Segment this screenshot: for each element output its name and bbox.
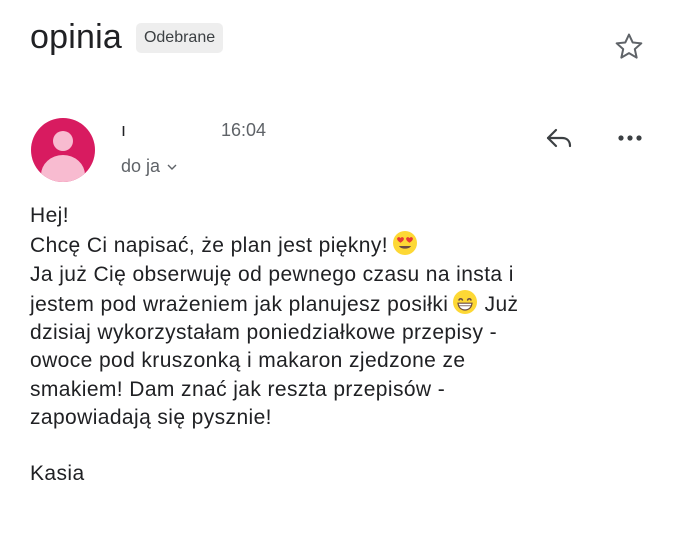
body-line: owoce pod kruszonką i makaron zjedzone z… [30,349,466,373]
avatar[interactable] [31,118,95,182]
recipient-details-toggle[interactable]: do ja [121,156,178,177]
body-line-text: Chcę Ci napisać, że plan jest piękny! [30,234,388,258]
body-line: Chcę Ci napisać, że plan jest piękny! [30,230,660,260]
email-subject: opinia [30,18,122,56]
body-line-text: Już [484,292,519,316]
email-body: Hej! Chcę Ci napisać, że plan jest piękn… [30,202,660,489]
grinning-emoji-icon [453,289,478,314]
body-line: zapowiadają się pysznie! [30,406,272,430]
star-icon[interactable] [612,30,646,64]
inbox-label-chip[interactable]: Odebrane [135,22,224,53]
body-line: smakiem! Dam znać jak reszta przepisów - [30,377,446,401]
body-line: jestem pod wrażeniem jak planujesz posił… [30,289,660,319]
sender-name[interactable]: ı [121,120,216,141]
subject-row: opinia Odebrane [30,18,224,57]
email-time: 16:04 [221,120,267,140]
recipient-label: do ja [121,156,161,176]
more-vert-icon[interactable] [614,122,646,154]
body-line: Ja już Cię obserwuję od pewnego czasu na… [30,262,514,286]
chevron-down-icon [167,164,177,170]
body-line: Hej! [30,204,69,227]
avatar-head [53,131,73,151]
avatar-shoulders [41,155,85,182]
reply-icon[interactable] [544,122,576,154]
sender-line: ı 16:04 [121,120,266,141]
heart-eyes-emoji-icon [392,231,417,256]
body-line: dzisiaj wykorzystałam poniedziałkowe prz… [30,321,497,345]
body-line-text: jestem pod wrażeniem jak planujesz posił… [30,292,449,316]
signature: Kasia [30,462,85,486]
